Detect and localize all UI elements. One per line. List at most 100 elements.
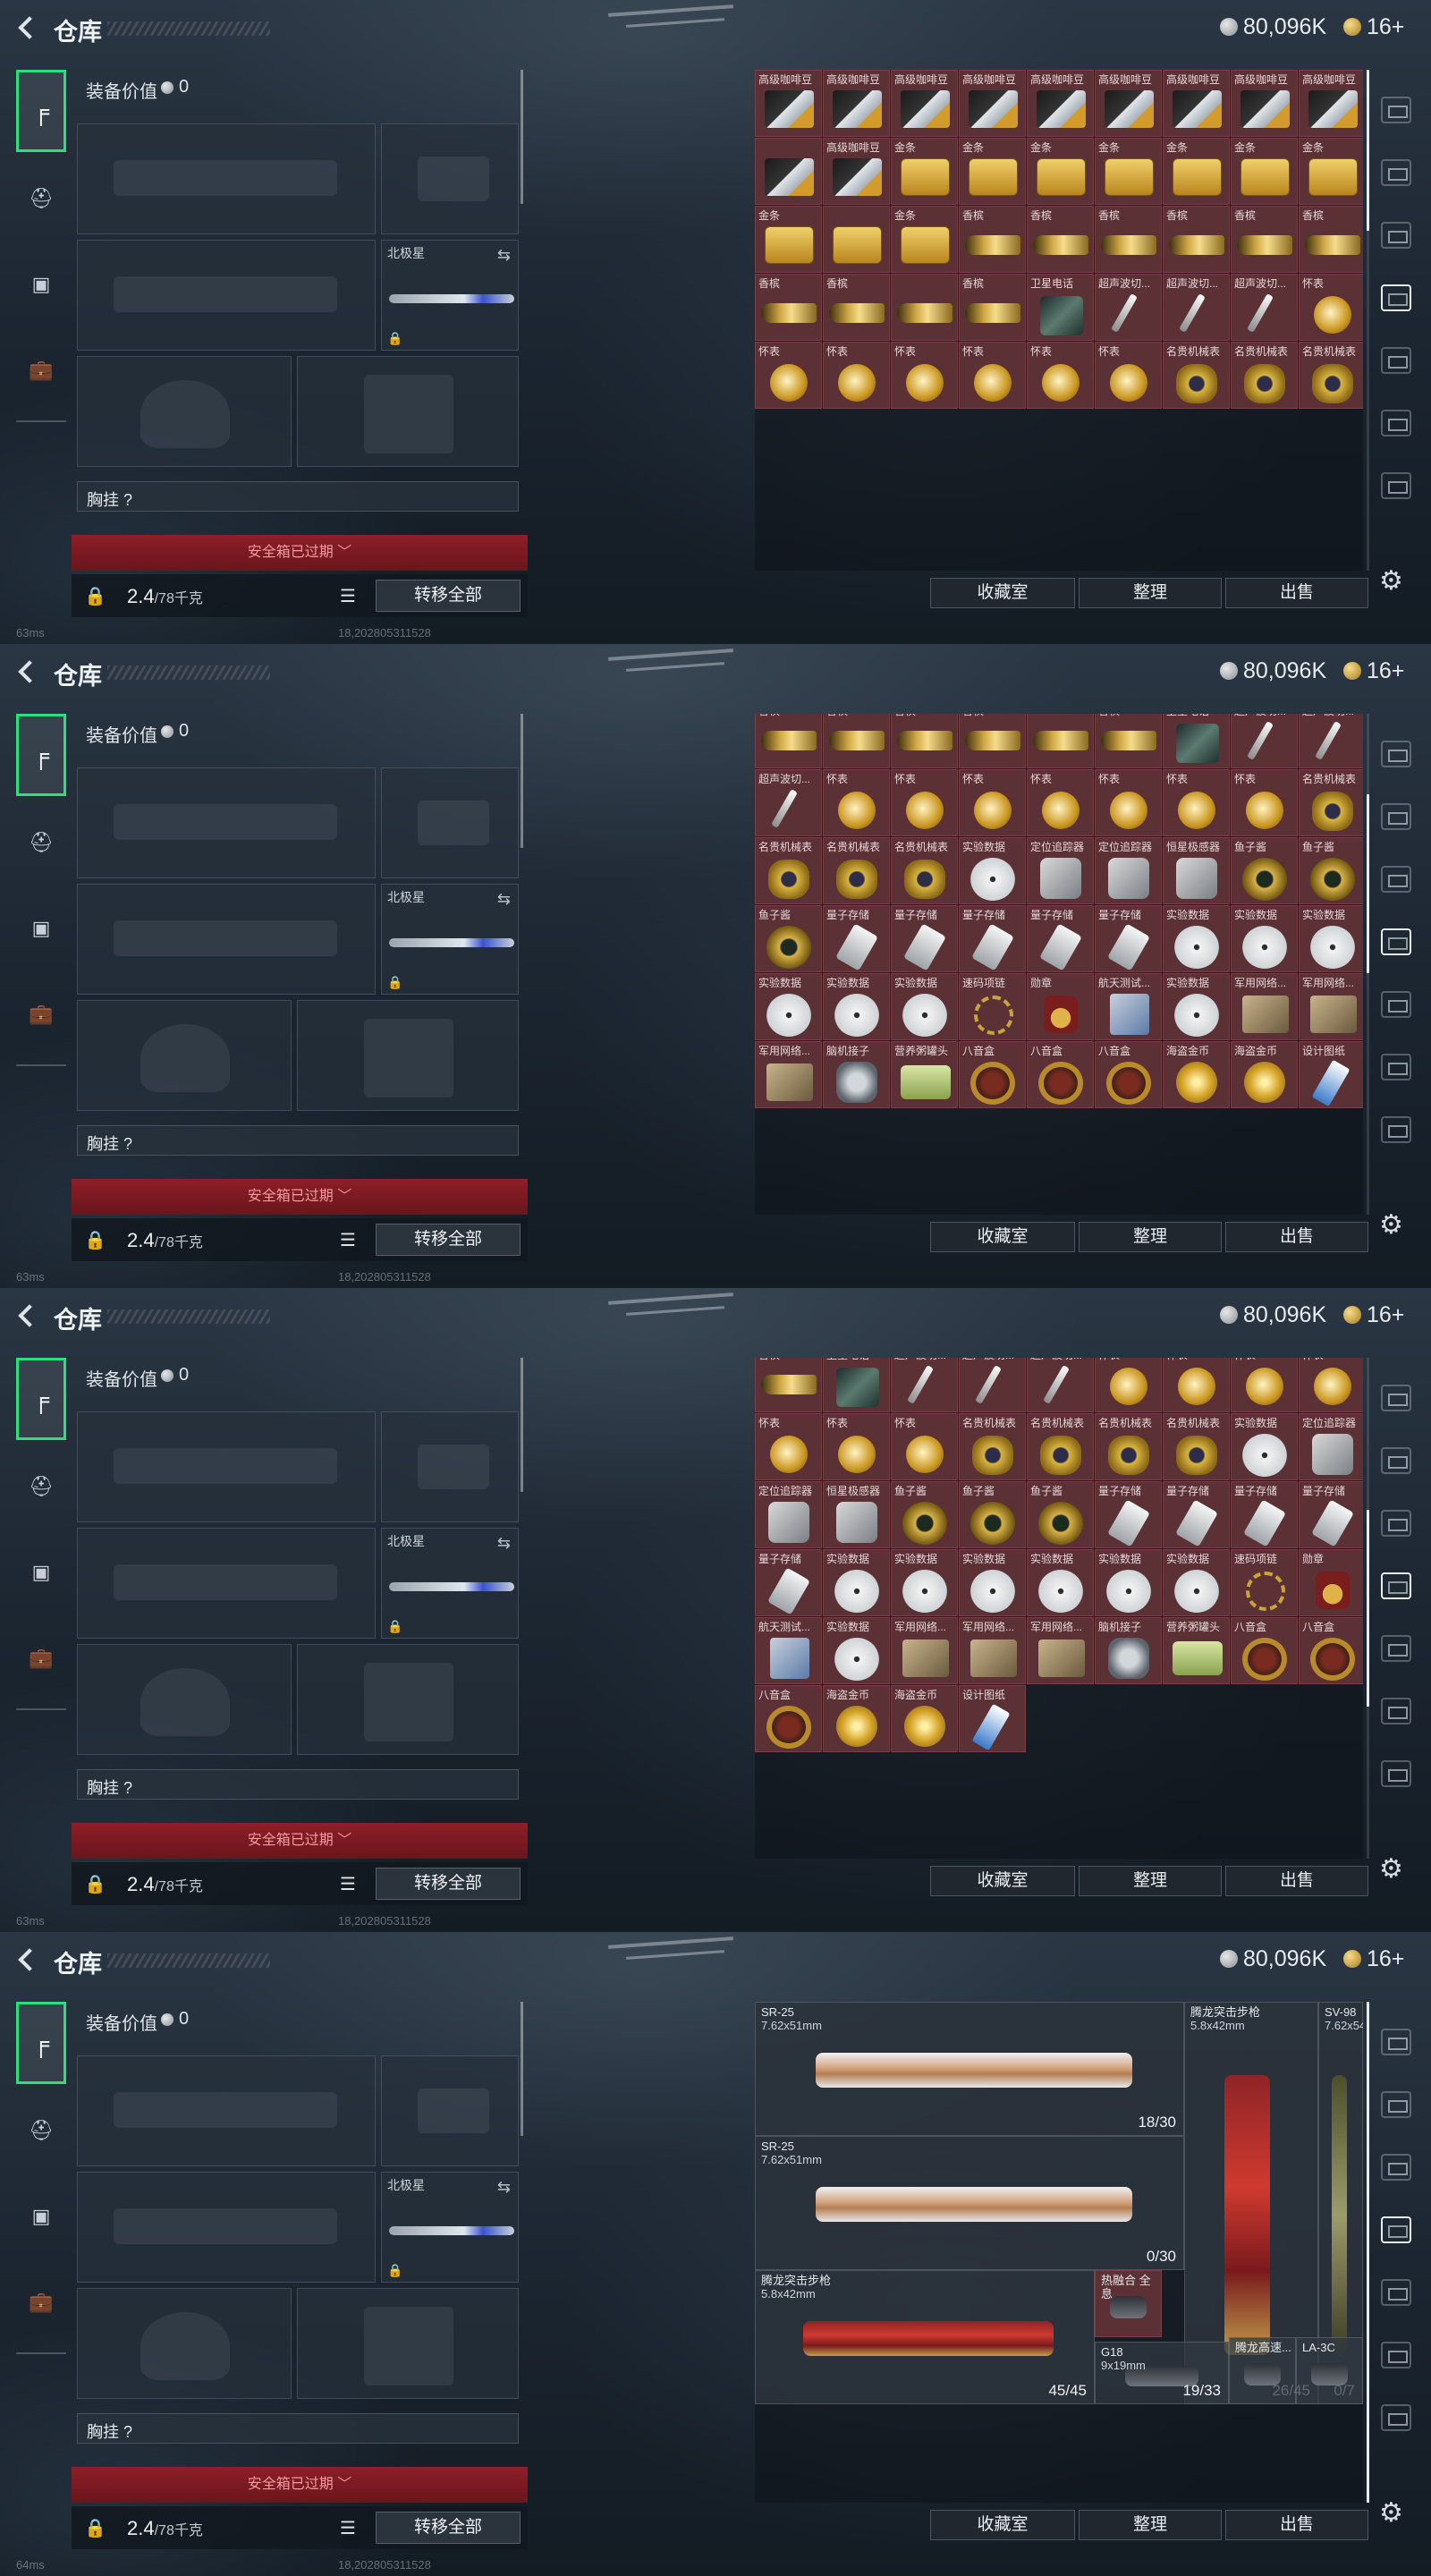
item-cell[interactable]: 金条 — [755, 206, 822, 273]
item-cell[interactable]: 怀表 — [1095, 1358, 1162, 1412]
safe-box-expired-banner[interactable]: 安全箱已过期 ﹀ — [72, 535, 528, 571]
swap-icon[interactable]: ⇆ — [497, 2178, 511, 2197]
item-cell[interactable]: 定位追踪器 — [1299, 1413, 1363, 1480]
warehouse-tab[interactable] — [1381, 1760, 1411, 1787]
item-cell[interactable]: 香槟 — [959, 206, 1026, 273]
item-cell[interactable]: 鱼子酱 — [891, 1481, 958, 1548]
item-cell[interactable]: 定位追踪器 — [755, 1481, 822, 1548]
item-cell[interactable] — [755, 138, 822, 205]
melee-slot[interactable]: 北极星 ⇆ 🔒 — [381, 240, 519, 351]
item-cell[interactable]: 实验数据 — [823, 1617, 890, 1684]
equipment-scrollbar[interactable] — [521, 2002, 523, 2136]
item-cell[interactable]: 名贵机械表 — [1027, 1413, 1094, 1480]
item-cell[interactable]: 恒星极感器 — [823, 1481, 890, 1548]
silver-currency[interactable]: 80,096K — [1220, 658, 1326, 683]
gold-currency[interactable]: 16+ — [1343, 1946, 1404, 1971]
warehouse-tab[interactable] — [1381, 2342, 1411, 2368]
silver-currency[interactable]: 80,096K — [1220, 14, 1326, 39]
item-cell[interactable]: 高级咖啡豆 — [891, 70, 958, 137]
warehouse-tab[interactable] — [1381, 1698, 1411, 1724]
warehouse-tab[interactable] — [1381, 866, 1411, 893]
scroll-thumb[interactable] — [1367, 794, 1369, 973]
helmet-slot[interactable] — [77, 1644, 292, 1755]
item-cell[interactable]: 鱼子酱 — [1231, 837, 1298, 904]
item-cell[interactable]: 名贵机械表 — [823, 837, 890, 904]
nav-weapons[interactable]: ╒ — [16, 2002, 66, 2084]
item-cell[interactable]: 怀表 — [891, 1413, 958, 1480]
warehouse-tab-active[interactable] — [1381, 1572, 1411, 1599]
item-cell[interactable]: 设计图纸 — [959, 1685, 1026, 1752]
warehouse-tab-active[interactable] — [1381, 284, 1411, 311]
warehouse-tab[interactable] — [1381, 472, 1411, 499]
melee-slot[interactable]: 北极星 ⇆ 🔒 — [381, 884, 519, 995]
item-cell[interactable]: 名贵机械表 — [1231, 342, 1298, 409]
item-cell[interactable]: 怀表 — [1163, 769, 1230, 836]
item-cell[interactable]: 勋章 — [1027, 973, 1094, 1040]
item-cell[interactable]: 怀表 — [823, 769, 890, 836]
nav-weapons[interactable]: ╒ — [16, 714, 66, 796]
item-cell[interactable]: 高级咖啡豆 — [1095, 70, 1162, 137]
item-cell[interactable]: 怀表 — [1231, 769, 1298, 836]
warehouse-tab[interactable] — [1381, 1116, 1411, 1143]
nav-armor[interactable]: ⛑ — [16, 156, 66, 242]
item-cell[interactable]: 怀表 — [755, 1413, 822, 1480]
item-cell[interactable]: 鱼子酱 — [959, 1481, 1026, 1548]
item-cell[interactable]: 勋章 — [1299, 1549, 1363, 1616]
item-cell[interactable]: 怀表 — [891, 769, 958, 836]
scroll-thumb[interactable] — [1367, 1510, 1369, 1707]
item-cell[interactable]: 八音盒 — [1027, 1041, 1094, 1108]
item-cell[interactable]: 超声波切... — [1095, 274, 1162, 341]
item-cell[interactable]: 超声波切... — [1163, 274, 1230, 341]
item-cell[interactable]: 量子存储 — [1163, 1481, 1230, 1548]
item-cell[interactable]: 香槟 — [823, 714, 890, 768]
item-cell[interactable]: 卫星电话 — [823, 1358, 890, 1412]
item-cell[interactable]: 香槟 — [1027, 206, 1094, 273]
collection-room-button[interactable]: 收藏室 — [930, 1866, 1075, 1896]
weapon-cell[interactable]: 腾龙突击步枪 5.8x42mm 45/45 — [755, 2270, 1095, 2404]
melee-slot[interactable]: 北极星 ⇆ 🔒 — [381, 1528, 519, 1639]
nav-chest[interactable]: ▣ — [16, 886, 66, 971]
item-cell[interactable]: 金条 — [1095, 138, 1162, 205]
item-cell[interactable]: 香槟 — [1095, 714, 1162, 768]
item-cell[interactable]: 量子存储 — [1027, 905, 1094, 972]
item-cell[interactable]: 超声波切... — [891, 1358, 958, 1412]
item-cell[interactable]: 金条 — [891, 138, 958, 205]
warehouse-tab-active[interactable] — [1381, 2216, 1411, 2243]
collection-room-button[interactable]: 收藏室 — [930, 2510, 1075, 2540]
gold-currency[interactable]: 16+ — [1343, 1302, 1404, 1327]
item-cell[interactable]: 航天测试... — [755, 1617, 822, 1684]
item-cell[interactable]: 怀表 — [1027, 769, 1094, 836]
armor-slot[interactable] — [297, 1000, 519, 1111]
nav-armor[interactable]: ⛑ — [16, 2088, 66, 2174]
sort-button[interactable]: 整理 — [1079, 578, 1222, 608]
item-cell[interactable]: 超声波切... — [1231, 714, 1298, 768]
item-cell[interactable]: 香槟 — [1095, 206, 1162, 273]
item-cell[interactable]: 香槟 — [1163, 206, 1230, 273]
list-icon[interactable]: ☰ — [340, 1873, 356, 1895]
sell-button[interactable]: 出售 — [1225, 1222, 1368, 1252]
transfer-all-button[interactable]: 转移全部 — [376, 580, 521, 612]
item-cell[interactable]: 实验数据 — [891, 973, 958, 1040]
gold-currency[interactable]: 16+ — [1343, 658, 1404, 683]
transfer-all-button[interactable]: 转移全部 — [376, 2512, 521, 2544]
item-cell[interactable]: 营养粥罐头 — [891, 1041, 958, 1108]
swap-icon[interactable]: ⇆ — [497, 890, 511, 909]
item-cell[interactable]: 香槟 — [891, 714, 958, 768]
storage-scrollbar[interactable] — [1367, 714, 1369, 1215]
item-cell[interactable]: 名贵机械表 — [1163, 1413, 1230, 1480]
item-cell[interactable]: 香槟 — [1231, 206, 1298, 273]
item-cell[interactable]: 军用网络... — [1231, 973, 1298, 1040]
item-cell[interactable]: 卫星电话 — [1163, 714, 1230, 768]
item-cell[interactable]: 量子存储 — [1231, 1481, 1298, 1548]
warehouse-tab[interactable] — [1381, 410, 1411, 436]
sort-button[interactable]: 整理 — [1079, 1866, 1222, 1896]
item-cell[interactable]: 实验数据 — [755, 973, 822, 1040]
item-cell[interactable]: 超声波切... — [1027, 1358, 1094, 1412]
warehouse-tab[interactable] — [1381, 1054, 1411, 1080]
item-cell[interactable]: 八音盒 — [1299, 1617, 1363, 1684]
safe-box-expired-banner[interactable]: 安全箱已过期 ﹀ — [72, 2467, 528, 2503]
item-cell[interactable]: 名贵机械表 — [891, 837, 958, 904]
item-cell[interactable]: 香槟 — [823, 274, 890, 341]
nav-backpack[interactable]: 💼 — [16, 971, 66, 1057]
settings-gear-icon[interactable]: ⚙ — [1379, 565, 1403, 597]
